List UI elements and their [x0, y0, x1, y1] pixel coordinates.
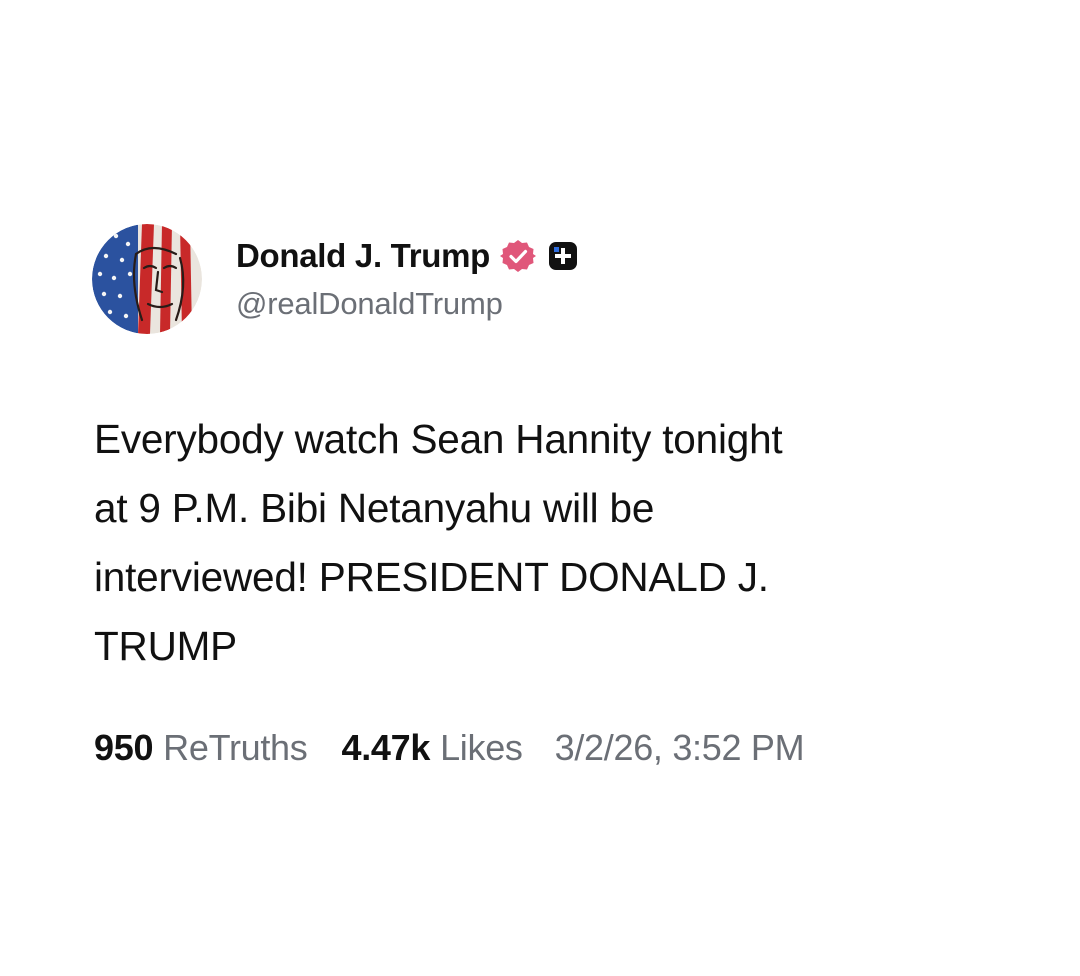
- author-identity: Donald J. Trump @realDonaldTrump: [236, 232, 578, 322]
- post-body-line: interviewed! PRESIDENT DONALD J.: [94, 554, 769, 600]
- author-name-row: Donald J. Trump: [236, 232, 578, 280]
- post-body-line: Everybody watch Sean Hannity tonight: [94, 416, 783, 462]
- likes-label: Likes: [440, 727, 523, 768]
- likes-stat[interactable]: 4.47k Likes: [341, 727, 522, 769]
- verified-badge-icon: [500, 238, 537, 274]
- post-timestamp[interactable]: 3/2/26, 3:52 PM: [555, 727, 805, 769]
- retruths-stat[interactable]: 950 ReTruths: [94, 727, 308, 769]
- retruths-count: 950: [94, 727, 154, 768]
- post-stats: 950 ReTruths 4.47k Likes 3/2/26, 3:52 PM: [94, 722, 805, 774]
- plus-badge-icon: [548, 241, 578, 271]
- likes-count: 4.47k: [341, 727, 431, 768]
- post-body-line: at 9 P.M. Bibi Netanyahu will be: [94, 485, 655, 531]
- author-display-name[interactable]: Donald J. Trump: [236, 237, 490, 275]
- post-header: Donald J. Trump @realDonaldTrump: [92, 222, 578, 336]
- post-card: Donald J. Trump @realDonaldTrump Everybo…: [0, 0, 1080, 976]
- author-handle[interactable]: @realDonaldTrump: [236, 286, 578, 322]
- post-body: Everybody watch Sean Hannity tonight at …: [94, 405, 994, 681]
- flag-portrait-avatar-icon: [92, 224, 202, 334]
- retruths-label: ReTruths: [163, 727, 308, 768]
- avatar[interactable]: [92, 224, 202, 334]
- post-body-line: TRUMP: [94, 623, 237, 669]
